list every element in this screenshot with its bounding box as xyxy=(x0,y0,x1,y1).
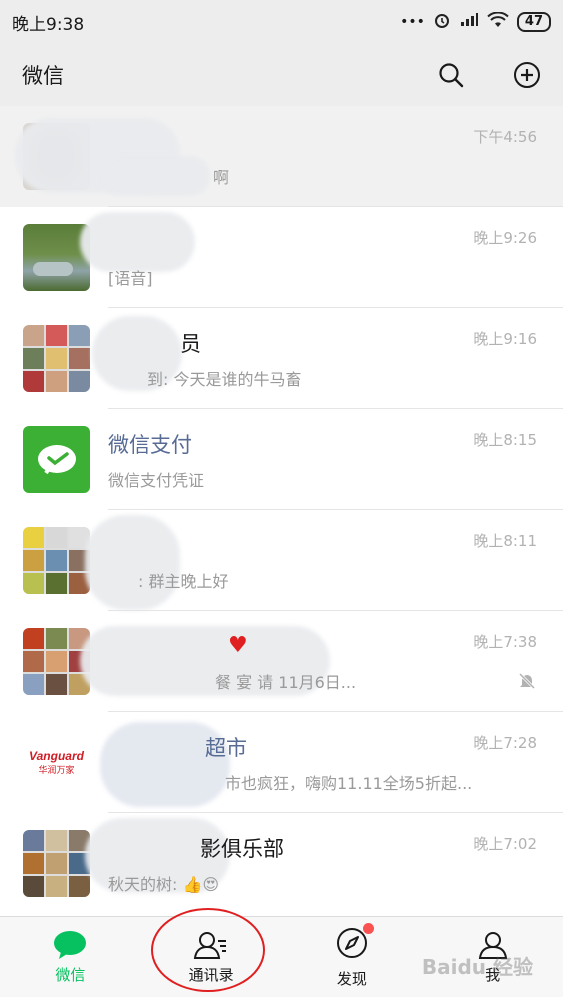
more-dots-icon: ••• xyxy=(400,14,425,30)
tab-label: 通讯录 xyxy=(188,965,234,984)
group-avatar xyxy=(23,527,90,594)
watermark: Baidu 经验 xyxy=(421,955,533,979)
chat-item[interactable]: ♥ 餐 宴 请 11月6日... 晚上7:38 xyxy=(0,611,563,712)
chat-item[interactable]: Vanguard 华润万家 超市 市也疯狂，嗨购11.11全场5折起... 晚上… xyxy=(0,712,563,813)
chat-preview: 秋天的树: 👍😍 xyxy=(108,875,220,894)
chat-preview: 餐 宴 请 11月6日... xyxy=(215,673,357,692)
chat-preview: [语音] xyxy=(108,269,153,288)
chat-bubble-icon xyxy=(54,930,87,959)
contacts-icon xyxy=(193,931,227,959)
chat-time: 晚上7:28 xyxy=(473,734,537,752)
status-bar: 晚上9:38 ••• 47 xyxy=(0,0,563,44)
tab-label: 发现 xyxy=(336,969,367,988)
heart-icon: ♥ xyxy=(228,633,248,658)
chat-preview: 啊 xyxy=(213,168,230,187)
chat-name: 员 xyxy=(180,332,201,356)
chat-item[interactable]: [语音] 晚上9:26 xyxy=(0,207,563,308)
chat-time: 晚上9:26 xyxy=(473,229,537,247)
chat-name: 微信支付 xyxy=(108,433,192,457)
vanguard-brand: Vanguard xyxy=(29,749,84,763)
vanguard-logo: Vanguard 华润万家 xyxy=(23,729,90,796)
tab-contacts[interactable]: 通讯录 xyxy=(141,917,282,997)
chat-item-wechat-pay[interactable]: 微信支付 微信支付凭证 晚上8:15 xyxy=(0,409,563,510)
chat-item[interactable]: 啊 下午4:56 xyxy=(0,106,563,207)
page-title: 微信 xyxy=(22,64,64,88)
chat-list[interactable]: 啊 下午4:56 [语音] 晚上9:26 员 到: 今天是谁的牛马畜 晚上9:1… xyxy=(0,106,563,916)
chat-preview: 微信支付凭证 xyxy=(108,471,205,490)
wifi-icon xyxy=(487,11,509,32)
chat-time: 晚上9:16 xyxy=(473,330,537,348)
chat-name: 超市 xyxy=(205,736,247,760)
group-avatar xyxy=(23,830,90,897)
notification-dot xyxy=(362,922,374,934)
chat-time: 晚上7:02 xyxy=(473,835,537,853)
chat-time: 晚上8:15 xyxy=(473,431,537,449)
vanguard-sub: 华润万家 xyxy=(38,766,75,776)
compass-icon xyxy=(335,922,374,964)
tab-discover[interactable]: 发现 xyxy=(282,917,423,997)
chat-name: 影俱乐部 xyxy=(200,837,284,861)
chat-time: 晚上8:11 xyxy=(473,532,537,550)
mute-bell-icon xyxy=(517,671,537,695)
search-icon[interactable] xyxy=(437,61,465,89)
chat-time: 下午4:56 xyxy=(473,128,537,146)
chat-time: 晚上7:38 xyxy=(473,633,537,651)
status-time: 晚上9:38 xyxy=(12,14,85,35)
title-bar: 微信 xyxy=(0,44,563,106)
signal-icon xyxy=(459,12,479,32)
chat-preview: 市也疯狂，嗨购11.11全场5折起... xyxy=(225,774,473,793)
group-avatar xyxy=(23,325,90,392)
add-icon[interactable] xyxy=(513,61,541,89)
chat-item[interactable]: 影俱乐部 秋天的树: 👍😍 晚上7:02 xyxy=(0,813,563,914)
chat-preview: : 群主晚上好 xyxy=(138,572,229,591)
battery-icon: 47 xyxy=(516,12,551,32)
chat-preview: 到: 今天是谁的牛马畜 xyxy=(147,370,302,389)
status-icons: ••• 47 xyxy=(400,11,551,33)
chat-item[interactable]: 员 到: 今天是谁的牛马畜 晚上9:16 xyxy=(0,308,563,409)
alarm-icon xyxy=(433,11,451,33)
tab-label: 微信 xyxy=(55,965,86,984)
wechat-pay-icon xyxy=(23,426,90,493)
tab-chats[interactable]: 微信 xyxy=(0,917,141,997)
chat-item[interactable]: : 群主晚上好 晚上8:11 xyxy=(0,510,563,611)
